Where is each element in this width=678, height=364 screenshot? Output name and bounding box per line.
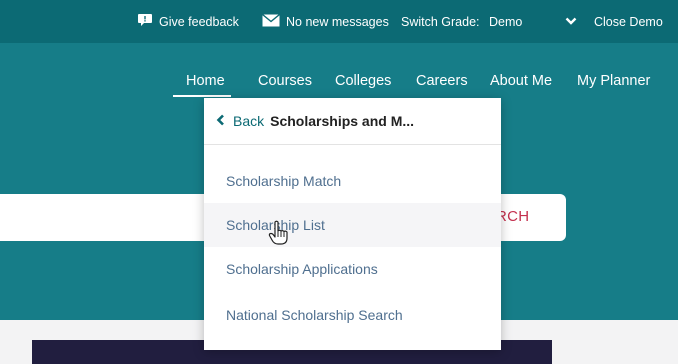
menu-item-scholarship-list[interactable]: Scholarship List bbox=[204, 203, 501, 247]
nav-careers[interactable]: Careers bbox=[416, 73, 468, 89]
top-utility-bar: Give feedback No new messages Switch Gra… bbox=[0, 0, 678, 43]
close-demo-label: Close Demo bbox=[594, 14, 663, 29]
messages-link[interactable]: No new messages bbox=[262, 0, 389, 43]
feedback-icon bbox=[137, 13, 153, 30]
dropdown-title: Scholarships and M... bbox=[270, 113, 415, 129]
nav-about-me[interactable]: About Me bbox=[490, 73, 552, 89]
mail-icon bbox=[262, 13, 280, 30]
nav-courses[interactable]: Courses bbox=[258, 73, 312, 89]
menu-item-scholarship-match[interactable]: Scholarship Match bbox=[204, 159, 501, 203]
give-feedback-link[interactable]: Give feedback bbox=[137, 0, 239, 43]
give-feedback-label: Give feedback bbox=[159, 14, 239, 29]
menu-item-scholarship-applications[interactable]: Scholarship Applications bbox=[204, 247, 501, 291]
switch-grade-label: Switch Grade: bbox=[401, 14, 480, 29]
messages-label: No new messages bbox=[286, 14, 389, 29]
nav-my-planner[interactable]: My Planner bbox=[577, 73, 650, 89]
back-button[interactable]: Back bbox=[233, 113, 264, 129]
close-demo-link[interactable]: Close Demo bbox=[594, 0, 663, 43]
search-button-label[interactable]: RCH bbox=[496, 208, 529, 225]
grade-select[interactable]: Demo bbox=[489, 0, 522, 43]
chevron-left-icon[interactable] bbox=[216, 113, 225, 130]
hand-cursor-icon bbox=[268, 220, 290, 251]
chevron-down-icon bbox=[565, 15, 577, 29]
menu-item-national-scholarship-search[interactable]: National Scholarship Search bbox=[204, 293, 501, 337]
nav-colleges[interactable]: Colleges bbox=[335, 73, 391, 89]
nav-home[interactable]: Home bbox=[186, 73, 225, 89]
scholarships-dropdown-menu: Back Scholarships and M... Scholarship M… bbox=[204, 98, 501, 350]
grade-dropdown-toggle[interactable] bbox=[565, 0, 577, 43]
grade-value: Demo bbox=[489, 14, 523, 29]
dropdown-header: Back Scholarships and M... bbox=[204, 98, 501, 145]
active-nav-underline bbox=[173, 95, 231, 97]
